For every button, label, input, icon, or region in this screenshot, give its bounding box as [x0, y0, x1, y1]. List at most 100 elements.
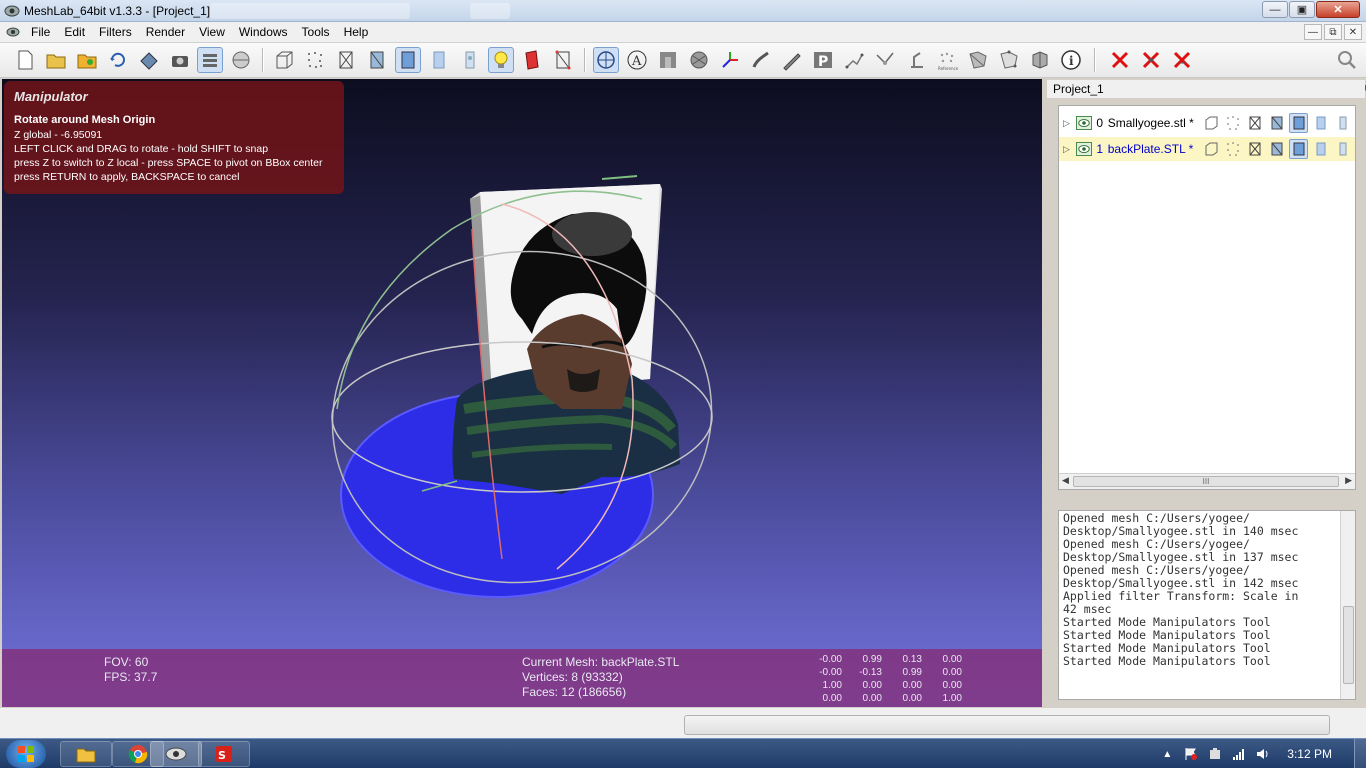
- mdi-close-button[interactable]: ✕: [1344, 24, 1362, 40]
- log-scroll-thumb[interactable]: [1343, 606, 1354, 684]
- sphere-icon[interactable]: [228, 47, 254, 73]
- show-desktop-button[interactable]: [1354, 739, 1366, 768]
- wireframe-icon[interactable]: [333, 47, 359, 73]
- p-tool-icon[interactable]: P: [810, 47, 836, 73]
- menu-tools[interactable]: Tools: [295, 25, 337, 39]
- expand-arrow-icon[interactable]: ▷: [1063, 144, 1072, 155]
- texture-icon[interactable]: [1333, 113, 1352, 133]
- wireframe-icon[interactable]: [1246, 113, 1265, 133]
- points-icon[interactable]: [1224, 139, 1243, 159]
- show-hidden-icons-icon[interactable]: ▲: [1159, 746, 1175, 762]
- select-component-icon[interactable]: [1027, 47, 1053, 73]
- menu-edit[interactable]: Edit: [57, 25, 92, 39]
- expand-arrow-icon[interactable]: ▷: [1063, 118, 1072, 129]
- menu-filters[interactable]: Filters: [92, 25, 139, 39]
- reference-icon[interactable]: Reference: [934, 47, 960, 73]
- action-center-flag-icon[interactable]: [1183, 746, 1199, 762]
- annotation-icon[interactable]: A: [624, 47, 650, 73]
- scroll-left-arrow-icon[interactable]: ◀: [1062, 475, 1069, 486]
- select-vertices-icon[interactable]: [996, 47, 1022, 73]
- mdi-restore-button[interactable]: ⧉: [1324, 24, 1342, 40]
- menu-file[interactable]: File: [24, 25, 57, 39]
- start-button[interactable]: [6, 740, 46, 768]
- hidden-lines-icon[interactable]: [1268, 113, 1287, 133]
- volume-icon[interactable]: [1255, 746, 1271, 762]
- flat-icon[interactable]: [1289, 139, 1309, 159]
- maximize-button[interactable]: ▣: [1289, 1, 1315, 18]
- manipulator-title: Manipulator: [14, 89, 88, 104]
- search-icon[interactable]: [1334, 47, 1360, 73]
- log-vscrollbar[interactable]: [1340, 511, 1355, 699]
- manipulator-icon[interactable]: [593, 47, 619, 73]
- wireframe-icon[interactable]: [1246, 139, 1265, 159]
- reload-icon[interactable]: [105, 47, 131, 73]
- delete-red-3-icon[interactable]: [1169, 47, 1195, 73]
- flat-icon[interactable]: [1289, 113, 1309, 133]
- flat-icon[interactable]: [395, 47, 421, 73]
- paint-icon[interactable]: [686, 47, 712, 73]
- open-project-icon[interactable]: [74, 47, 100, 73]
- new-file-icon[interactable]: [12, 47, 38, 73]
- device-icon[interactable]: [1207, 746, 1223, 762]
- measure-icon[interactable]: [903, 47, 929, 73]
- menu-view[interactable]: View: [192, 25, 232, 39]
- visibility-eye-icon[interactable]: [1076, 142, 1093, 156]
- bounding-box-icon[interactable]: [1202, 139, 1221, 159]
- taskbar-explorer[interactable]: [60, 741, 112, 767]
- 3d-viewport[interactable]: Manipulator Rotate around Mesh Origin Z …: [2, 79, 1042, 707]
- pick-points-icon[interactable]: [872, 47, 898, 73]
- minimize-button[interactable]: —: [1262, 1, 1288, 18]
- layer-row-0[interactable]: ▷ 0 Smallyogee.stl *: [1059, 111, 1355, 135]
- align-icon[interactable]: [841, 47, 867, 73]
- bounding-box-icon[interactable]: [1202, 113, 1221, 133]
- matrix-cell: 0.00: [862, 693, 882, 704]
- menu-render[interactable]: Render: [139, 25, 192, 39]
- log-window[interactable]: Opened mesh C:/Users/yogee/ Desktop/Smal…: [1058, 510, 1356, 700]
- brush-icon[interactable]: [748, 47, 774, 73]
- scroll-thumb[interactable]: III: [1073, 476, 1339, 487]
- matrix-cell: -0.13: [859, 667, 882, 678]
- points-icon[interactable]: [1224, 113, 1243, 133]
- layer-list-hscrollbar[interactable]: ◀ III ▶: [1059, 473, 1355, 489]
- snapshot-icon[interactable]: [167, 47, 193, 73]
- hidden-lines-icon[interactable]: [1268, 139, 1287, 159]
- layers-icon[interactable]: [197, 47, 223, 73]
- network-signal-icon[interactable]: [1231, 746, 1247, 762]
- texture-icon[interactable]: [457, 47, 483, 73]
- delete-red-1-icon[interactable]: [1107, 47, 1133, 73]
- taskbar-solidworks[interactable]: S: [198, 741, 250, 767]
- matrix-cell: 0.99: [902, 667, 922, 678]
- shading-icon[interactable]: [655, 47, 681, 73]
- texture-icon[interactable]: [1333, 139, 1352, 159]
- hidden-lines-icon[interactable]: [364, 47, 390, 73]
- bounding-box-icon[interactable]: [271, 47, 297, 73]
- smooth-icon[interactable]: [1311, 139, 1330, 159]
- info-icon[interactable]: i: [1058, 47, 1084, 73]
- save-icon[interactable]: [136, 47, 162, 73]
- axis-icon[interactable]: [717, 47, 743, 73]
- menu-windows[interactable]: Windows: [232, 25, 295, 39]
- points-icon[interactable]: [302, 47, 328, 73]
- delete-red-2-icon[interactable]: [1138, 47, 1164, 73]
- open-folder-icon[interactable]: [43, 47, 69, 73]
- light-icon[interactable]: [488, 47, 514, 73]
- select-faces-icon[interactable]: [965, 47, 991, 73]
- mdi-minimize-button[interactable]: —: [1304, 24, 1322, 40]
- scroll-right-arrow-icon[interactable]: ▶: [1345, 475, 1352, 486]
- selection-mode-icon[interactable]: [550, 47, 576, 73]
- color-icon[interactable]: [519, 47, 545, 73]
- taskbar-clock[interactable]: 3:12 PM: [1287, 747, 1332, 761]
- close-button[interactable]: ✕: [1316, 1, 1360, 18]
- menu-help[interactable]: Help: [337, 25, 376, 39]
- layer-name[interactable]: backPlate.STL *: [1108, 142, 1202, 156]
- layer-name[interactable]: Smallyogee.stl *: [1108, 116, 1202, 130]
- pen-icon[interactable]: [779, 47, 805, 73]
- mesh-info: Current Mesh: backPlate.STL Vertices: 8 …: [522, 655, 679, 700]
- matrix-cell: 0.00: [902, 680, 922, 691]
- visibility-eye-icon[interactable]: [1076, 116, 1093, 130]
- layer-row-1[interactable]: ▷ 1 backPlate.STL *: [1059, 137, 1355, 161]
- taskbar-meshlab[interactable]: [150, 741, 202, 767]
- mdi-window-icon[interactable]: [6, 25, 20, 39]
- smooth-icon[interactable]: [1311, 113, 1330, 133]
- smooth-icon[interactable]: [426, 47, 452, 73]
